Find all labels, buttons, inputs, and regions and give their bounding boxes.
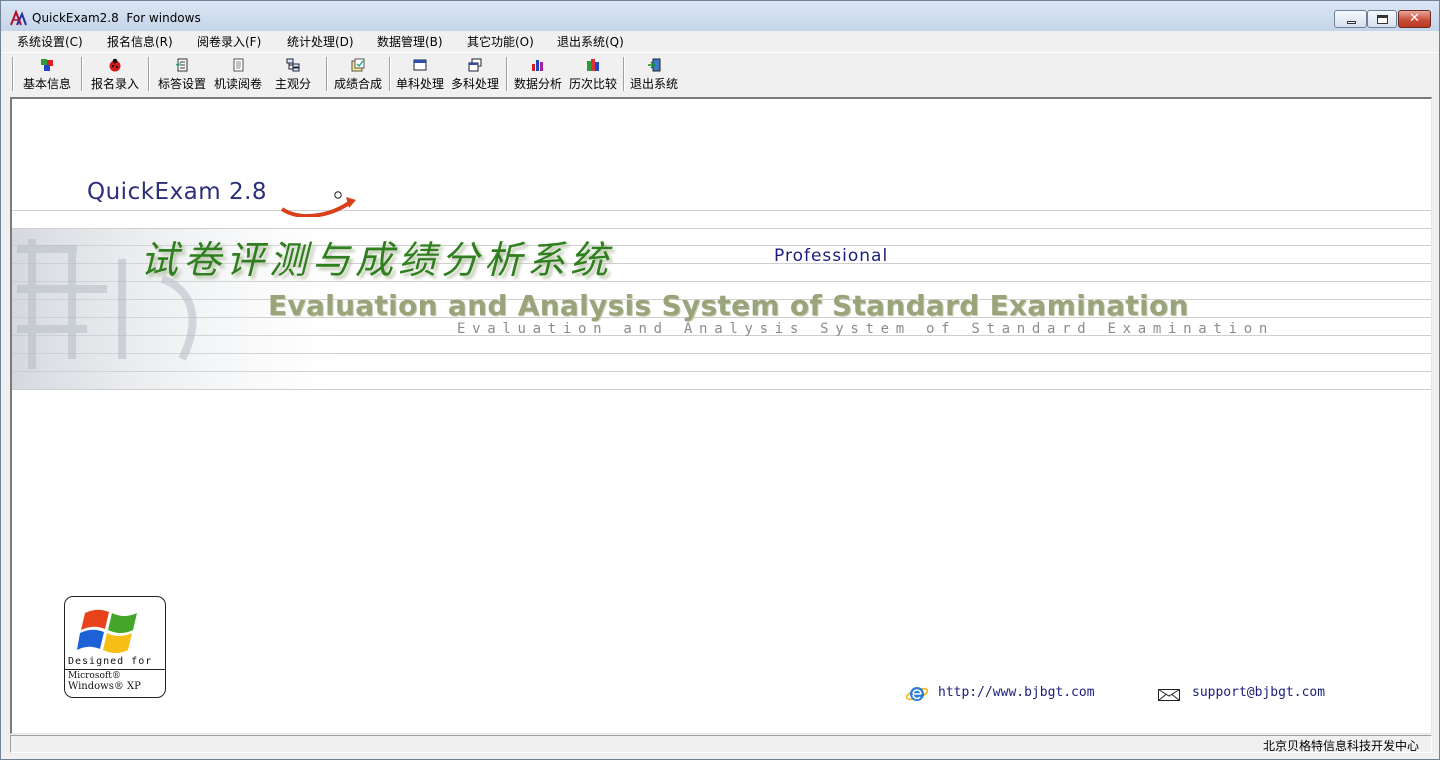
menu-grading-entry[interactable]: 阅卷录入(F)	[197, 33, 261, 50]
tree-structure-icon	[286, 58, 300, 72]
toolbar-label: 历次比较	[568, 77, 617, 91]
toolbar-label: 单科处理	[395, 77, 444, 91]
toolbar-exit-button[interactable]: 退出系统	[627, 56, 681, 92]
internet-explorer-icon	[905, 687, 929, 701]
toolbar-separator	[81, 57, 83, 91]
close-button[interactable]: ✕	[1398, 10, 1431, 28]
toolbar-label: 报名录入	[90, 77, 139, 91]
menu-statistics[interactable]: 统计处理(D)	[287, 33, 354, 50]
toolbar-separator	[326, 57, 328, 91]
restore-button[interactable]	[1367, 10, 1397, 28]
menu-system-settings[interactable]: 系统设置(C)	[17, 33, 83, 50]
status-pane: 北京贝格特信息科技开发中心	[10, 735, 1432, 753]
toolbar-label: 成绩合成	[333, 77, 382, 91]
window-title: QuickExam2.8 For windows	[32, 11, 201, 25]
email-link[interactable]: support@bjbgt.com	[1192, 685, 1325, 700]
badge-designed-for: Designed for	[68, 656, 153, 667]
logo-swoosh-icon	[280, 191, 356, 217]
menu-data-management[interactable]: 数据管理(B)	[377, 33, 443, 50]
website-link[interactable]: http://www.bjbgt.com	[938, 685, 1095, 700]
toolbar-multi-subject-button[interactable]: 多科处理	[448, 56, 502, 92]
minimize-button[interactable]	[1334, 10, 1367, 28]
english-subtitle: Evaluation and Analysis System of Standa…	[457, 321, 1274, 337]
splash-panel: QuickExam 2.8 试卷评测与成绩分析系统 Professional E…	[10, 97, 1432, 734]
toolbar-data-analysis-button[interactable]: 数据分析	[511, 56, 565, 92]
product-name: QuickExam 2.8	[87, 179, 268, 205]
toolbar-score-merge-button[interactable]: 成绩合成	[331, 56, 385, 92]
toolbar-separator	[12, 57, 14, 91]
english-title: Evaluation and Analysis System of Standa…	[268, 289, 1189, 322]
menu-registration-info[interactable]: 报名信息(R)	[107, 33, 173, 50]
toolbar-answer-key-button[interactable]: 标答设置	[155, 56, 209, 92]
toolbar-label: 标答设置	[157, 77, 206, 91]
decorative-rule	[12, 389, 1431, 390]
multi-window-icon	[468, 58, 482, 72]
cube-stack-icon	[41, 59, 53, 71]
toolbar-basic-info-button[interactable]: 基本信息	[20, 56, 74, 92]
toolbar: 基本信息 报名录入 标答设置 机读阅卷 主观分 成绩合成 单科处理 多科处理 数…	[1, 52, 1439, 95]
toolbar-label: 机读阅卷	[213, 77, 262, 91]
toolbar-label: 基本信息	[22, 77, 71, 91]
envelope-icon	[1158, 689, 1180, 701]
minimize-icon	[1347, 21, 1356, 24]
toolbar-registration-entry-button[interactable]: 报名录入	[88, 56, 142, 92]
toolbar-label: 主观分	[274, 77, 311, 91]
menu-exit-system[interactable]: 退出系统(Q)	[557, 33, 624, 50]
toolbar-single-subject-button[interactable]: 单科处理	[393, 56, 447, 92]
bar-chart-icon	[532, 60, 543, 71]
toolbar-label: 退出系统	[629, 77, 678, 91]
exit-door-icon	[648, 58, 661, 72]
badge-microsoft: Microsoft®	[68, 671, 121, 681]
badge-windows-xp: Windows® XP	[68, 681, 141, 692]
title-bar[interactable]: QuickExam2.8 For windows ✕	[1, 1, 1439, 31]
close-icon: ✕	[1409, 11, 1420, 26]
toolbar-label: 数据分析	[513, 77, 562, 91]
window-icon	[413, 59, 427, 71]
toolbar-machine-grading-button[interactable]: 机读阅卷	[211, 56, 265, 92]
app-window: QuickExam2.8 For windows ✕ 系统设置(C) 报名信息(…	[0, 0, 1440, 760]
app-logo-icon	[10, 10, 27, 26]
toolbar-separator	[148, 57, 150, 91]
restore-icon	[1377, 15, 1388, 24]
checklist-icon	[175, 58, 188, 72]
windows-xp-badge: Designed for Microsoft® Windows® XP	[64, 596, 166, 698]
document-icon	[233, 58, 244, 72]
toolbar-label: 多科处理	[450, 77, 499, 91]
toolbar-history-compare-button[interactable]: 历次比较	[566, 56, 620, 92]
badge-divider	[65, 669, 165, 670]
edition-label: Professional	[774, 246, 889, 266]
toolbar-separator	[506, 57, 508, 91]
toolbar-separator	[623, 57, 625, 91]
merge-icon	[351, 58, 365, 72]
menu-bar: 系统设置(C) 报名信息(R) 阅卷录入(F) 统计处理(D) 数据管理(B) …	[1, 31, 1439, 51]
status-text: 北京贝格特信息科技开发中心	[1262, 739, 1419, 753]
menu-other-functions[interactable]: 其它功能(O)	[467, 33, 534, 50]
chinese-title: 试卷评测与成绩分析系统	[140, 238, 614, 282]
windows-flag-icon	[77, 609, 137, 653]
books-icon	[587, 59, 599, 71]
ladybug-icon	[109, 58, 121, 72]
toolbar-subjective-score-button[interactable]: 主观分	[269, 56, 317, 92]
toolbar-separator	[389, 57, 391, 91]
decorative-rule	[12, 210, 1431, 211]
status-bar: 北京贝格特信息科技开发中心	[1, 735, 1439, 759]
